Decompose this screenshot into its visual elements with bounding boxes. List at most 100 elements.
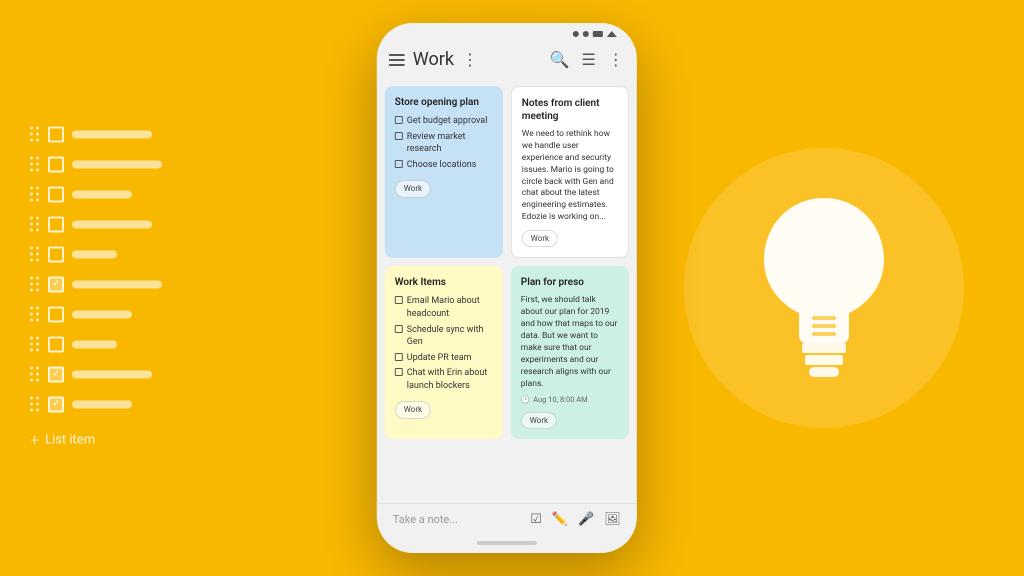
- list-item: ✓: [30, 277, 162, 293]
- list-item: [30, 187, 162, 203]
- background-circle: [684, 148, 964, 428]
- note-tag[interactable]: Work: [521, 412, 557, 429]
- drag-handle-icon: [30, 397, 40, 413]
- drag-handle-icon: [30, 337, 40, 353]
- battery-icon: [593, 31, 603, 37]
- checkbox-add-icon[interactable]: ☑: [530, 512, 542, 527]
- phone-mockup: Work ⋮ 🔍 ☰ ⋮ Store opening plan Get budg…: [377, 23, 637, 553]
- note-checkbox: [395, 116, 403, 124]
- drag-handle-icon: [30, 157, 40, 173]
- checkbox[interactable]: [48, 247, 64, 263]
- list-item: [30, 217, 162, 233]
- list-item-content: [72, 221, 152, 229]
- list-item-content: [72, 401, 132, 409]
- checklist-item: Chat with Erin about launch blockers: [395, 367, 493, 392]
- notes-grid: Store opening plan Get budget approval R…: [377, 78, 637, 503]
- note-content: First, we should talk about our plan for…: [521, 295, 619, 390]
- note-input-row: Take a note... ☑ ✏️ 🎤 🖼: [393, 512, 621, 527]
- list-item-content: [72, 281, 162, 289]
- checkbox[interactable]: ✓: [48, 367, 64, 383]
- checklist-item-text: Email Mario about headcount: [407, 295, 493, 320]
- list-item-content: [72, 371, 152, 379]
- microphone-icon[interactable]: 🎤: [578, 512, 594, 527]
- checklist-item-text: Get budget approval: [407, 115, 488, 128]
- more-options-icon[interactable]: ⋮: [608, 50, 625, 69]
- list-item-content: [72, 161, 162, 169]
- header-right: 🔍 ☰ ⋮: [550, 50, 625, 69]
- drag-handle-icon: [30, 247, 40, 263]
- hamburger-line: [389, 59, 405, 61]
- grid-view-icon[interactable]: ☰: [581, 50, 595, 69]
- hamburger-line: [389, 64, 405, 66]
- hamburger-menu-button[interactable]: [389, 54, 405, 66]
- drag-handle-icon: [30, 277, 40, 293]
- checkbox[interactable]: [48, 127, 64, 143]
- checklist-item: Review market research: [395, 131, 493, 156]
- hamburger-line: [389, 54, 405, 56]
- header-left: Work ⋮: [389, 49, 479, 70]
- list-item: [30, 127, 162, 143]
- checkbox[interactable]: [48, 187, 64, 203]
- signal-icon: [583, 31, 589, 37]
- image-icon[interactable]: 🖼: [604, 512, 621, 527]
- note-card-work-items[interactable]: Work Items Email Mario about headcount S…: [385, 266, 503, 439]
- clock-icon: 🕐: [521, 395, 530, 406]
- home-bar: [377, 533, 637, 553]
- note-card-client-meeting[interactable]: Notes from client meeting We need to ret…: [511, 86, 629, 258]
- note-title: Plan for preso: [521, 276, 619, 289]
- add-list-item-label: List item: [45, 433, 95, 448]
- checkbox[interactable]: [48, 157, 64, 173]
- note-tag[interactable]: Work: [395, 180, 431, 197]
- checklist-item-text: Review market research: [407, 131, 493, 156]
- checkbox[interactable]: [48, 217, 64, 233]
- list-item-content: [72, 341, 117, 349]
- list-item-content: [72, 191, 132, 199]
- list-item-content: [72, 311, 132, 319]
- checkbox[interactable]: [48, 337, 64, 353]
- note-checkbox: [395, 160, 403, 168]
- note-title: Notes from client meeting: [522, 97, 618, 123]
- note-title: Store opening plan: [395, 96, 493, 109]
- checklist-item: Schedule sync with Gen: [395, 324, 493, 349]
- checkbox[interactable]: [48, 307, 64, 323]
- note-card-store-opening[interactable]: Store opening plan Get budget approval R…: [385, 86, 503, 258]
- note-content: We need to rethink how we handle user ex…: [522, 129, 618, 224]
- plus-icon: +: [30, 431, 39, 450]
- title-more-icon[interactable]: ⋮: [462, 50, 479, 69]
- list-item: [30, 307, 162, 323]
- app-header: Work ⋮ 🔍 ☰ ⋮: [377, 41, 637, 78]
- pencil-icon[interactable]: ✏️: [552, 512, 568, 527]
- list-item: [30, 247, 162, 263]
- list-item-content: [72, 131, 152, 139]
- list-item: [30, 337, 162, 353]
- note-checkbox: [395, 325, 403, 333]
- signal-icon: [573, 31, 579, 37]
- app-title: Work: [413, 49, 454, 70]
- checklist-item: Update PR team: [395, 352, 493, 365]
- list-item: [30, 157, 162, 173]
- checkbox[interactable]: ✓: [48, 397, 64, 413]
- note-checkbox: [395, 296, 403, 304]
- status-bar: [377, 23, 637, 41]
- list-item: ✓: [30, 367, 162, 383]
- note-title: Work Items: [395, 276, 493, 289]
- add-list-item-button[interactable]: + List item: [30, 431, 162, 450]
- drag-handle-icon: [30, 367, 40, 383]
- note-checkbox: [395, 132, 403, 140]
- note-checkbox: [395, 368, 403, 376]
- note-date-text: Aug 10, 8:00 AM: [533, 395, 588, 406]
- checkbox[interactable]: ✓: [48, 277, 64, 293]
- note-tag[interactable]: Work: [522, 230, 558, 247]
- note-checkbox: [395, 353, 403, 361]
- search-icon[interactable]: 🔍: [550, 50, 570, 69]
- note-card-plan-preso[interactable]: Plan for preso First, we should talk abo…: [511, 266, 629, 439]
- take-note-placeholder[interactable]: Take a note...: [393, 513, 458, 526]
- checklist-item-text: Chat with Erin about launch blockers: [407, 367, 493, 392]
- network-icon: [607, 31, 617, 37]
- note-tag[interactable]: Work: [395, 401, 431, 418]
- checklist-item-text: Choose locations: [407, 159, 477, 172]
- checklist-item-text: Schedule sync with Gen: [407, 324, 493, 349]
- drag-handle-icon: [30, 187, 40, 203]
- lightbulb-icon: [744, 188, 904, 388]
- home-indicator: [477, 541, 537, 545]
